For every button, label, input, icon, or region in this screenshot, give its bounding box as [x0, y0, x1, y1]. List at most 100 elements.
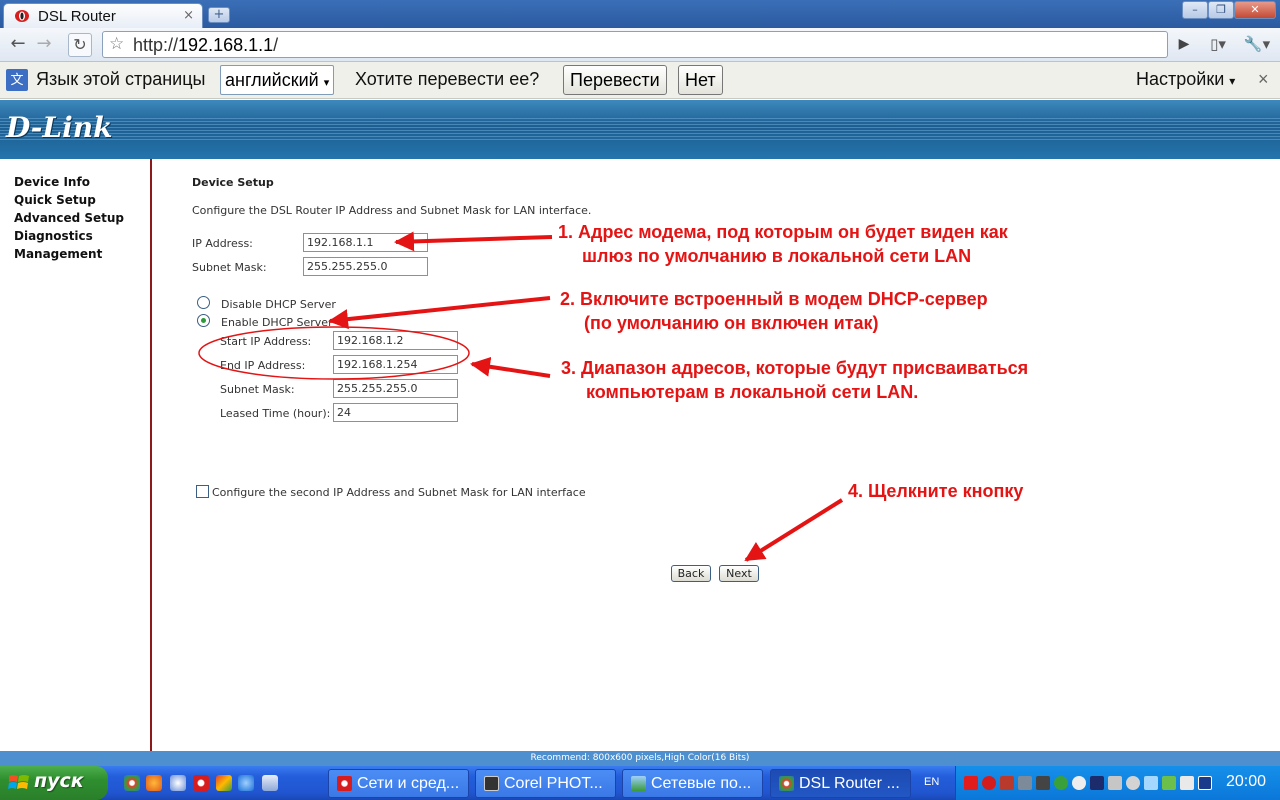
end-ip-input[interactable]: 192.168.1.254: [333, 355, 458, 374]
volume-icon[interactable]: [1108, 776, 1122, 790]
close-translate-icon[interactable]: ×: [1258, 69, 1269, 90]
explorer-quicklaunch-icon[interactable]: [262, 775, 278, 791]
forward-icon[interactable]: →: [32, 33, 56, 57]
tray-disk-icon[interactable]: [1126, 776, 1140, 790]
menu-diagnostics[interactable]: Diagnostics: [14, 229, 93, 243]
start-label: пуск: [34, 770, 84, 792]
router-status-bar: Recommend: 800x600 pixels,High Color(16 …: [0, 751, 1280, 766]
enable-dhcp-radio[interactable]: [197, 314, 210, 327]
second-ip-checkbox[interactable]: [196, 485, 209, 498]
settings-menu[interactable]: Настройки ▾: [1136, 69, 1235, 90]
network-icon: [631, 776, 646, 791]
start-ip-label: Start IP Address:: [220, 335, 312, 348]
url-text: http://192.168.1.1/: [133, 35, 279, 55]
app-quicklaunch-icon[interactable]: [170, 775, 186, 791]
corel-icon: [484, 776, 499, 791]
tray-x-icon[interactable]: [1036, 776, 1050, 790]
translate-icon: 文: [6, 69, 28, 91]
tray-monitor-icon[interactable]: [1198, 776, 1212, 790]
page-menu-icon[interactable]: ▯▾: [1204, 33, 1232, 57]
menu-quick-setup[interactable]: Quick Setup: [14, 193, 96, 207]
settings-label: Настройки: [1136, 69, 1225, 89]
task-label: Сети и сред...: [357, 775, 460, 792]
tab-title: DSL Router: [38, 8, 116, 25]
reload-icon[interactable]: ↻: [68, 33, 92, 57]
tray-opera-icon[interactable]: [964, 776, 978, 790]
back-button[interactable]: Back: [671, 565, 711, 582]
star-icon[interactable]: ☆: [109, 34, 124, 54]
next-button[interactable]: Next: [719, 565, 759, 582]
maximize-icon[interactable]: ❐: [1208, 1, 1234, 19]
translate-question: Хотите перевести ее?: [355, 69, 540, 89]
tray-update-icon[interactable]: [1162, 776, 1176, 790]
minimize-icon[interactable]: –: [1182, 1, 1208, 19]
tab-close-icon[interactable]: ×: [183, 8, 194, 23]
start-ip-input[interactable]: 192.168.1.2: [333, 331, 458, 350]
opera-quicklaunch-icon[interactable]: [193, 775, 209, 791]
disable-dhcp-label: Disable DHCP Server: [221, 298, 336, 311]
firefox-quicklaunch-icon[interactable]: [146, 775, 162, 791]
annotation-1-line-1: 1. Адрес модема, под которым он будет ви…: [558, 222, 1008, 242]
tray-printer-icon[interactable]: [1018, 776, 1032, 790]
navigation-bar: ← → ↻ ☆ http://192.168.1.1/ ▶ ▯▾ 🔧▾: [0, 28, 1280, 62]
tab-strip: DSL Router × + – ❐ ✕: [0, 0, 1280, 28]
leased-time-label: Leased Time (hour):: [220, 407, 331, 420]
ip-address-label: IP Address:: [192, 237, 253, 250]
translate-button[interactable]: Перевести: [563, 65, 667, 95]
menu-advanced-setup[interactable]: Advanced Setup: [14, 211, 124, 225]
ie-quicklaunch-icon[interactable]: [238, 775, 254, 791]
windows-taskbar: пуск Сети и сред... Corel PHOT... Сетевы…: [0, 766, 1280, 800]
system-tray: 20:00: [955, 766, 1280, 800]
tray-red-icon[interactable]: [982, 776, 996, 790]
language-select[interactable]: английский ▾: [220, 65, 335, 95]
task-corel-photo[interactable]: Corel PHOT...: [475, 769, 616, 798]
start-button[interactable]: пуск: [0, 766, 108, 800]
page-description: Configure the DSL Router IP Address and …: [192, 204, 592, 217]
leased-time-input[interactable]: 24: [333, 403, 458, 422]
task-network-connections[interactable]: Сетевые по...: [622, 769, 763, 798]
clock: 20:00: [1225, 773, 1266, 790]
wrench-icon[interactable]: 🔧▾: [1242, 33, 1272, 57]
tray-c-icon[interactable]: [1090, 776, 1104, 790]
apps-quicklaunch-icon[interactable]: [216, 775, 232, 791]
task-dsl-router[interactable]: DSL Router ...: [770, 769, 911, 798]
banner-stripes: [0, 118, 1280, 140]
annotation-2-line-1: 2. Включите встроенный в модем DHCP-серв…: [560, 289, 988, 309]
task-network-settings[interactable]: Сети и сред...: [328, 769, 469, 798]
windows-flag-icon: [8, 775, 29, 789]
disable-dhcp-radio[interactable]: [197, 296, 210, 309]
dhcp-subnet-mask-label: Subnet Mask:: [220, 383, 295, 396]
ip-address-input[interactable]: 192.168.1.1: [303, 233, 428, 252]
close-window-icon[interactable]: ✕: [1234, 1, 1276, 19]
chrome-quicklaunch-icon[interactable]: [124, 775, 140, 791]
subnet-mask-input[interactable]: 255.255.255.0: [303, 257, 428, 276]
menu-management[interactable]: Management: [14, 247, 102, 261]
subnet-mask-label: Subnet Mask:: [192, 261, 267, 274]
back-icon[interactable]: ←: [6, 33, 30, 57]
dlink-banner: D-Link: [0, 100, 1280, 159]
language-select-value: английский: [225, 70, 319, 90]
task-label: DSL Router ...: [799, 775, 900, 792]
tab-dsl-router[interactable]: DSL Router ×: [3, 3, 203, 28]
language-indicator[interactable]: EN: [924, 776, 939, 788]
chevron-down-icon: ▾: [1229, 74, 1236, 88]
annotation-4: 4. Щелкните кнопку: [848, 481, 1024, 501]
no-button[interactable]: Нет: [678, 65, 723, 95]
annotation-2-line-2: (по умолчанию он включен итак): [584, 313, 879, 333]
task-label: Corel PHOT...: [504, 775, 603, 792]
translate-bar: 文 Язык этой страницы английский ▾ Хотите…: [0, 62, 1280, 99]
chrome-icon: [779, 776, 794, 791]
go-icon[interactable]: ▶: [1172, 33, 1196, 57]
new-tab-button[interactable]: +: [208, 7, 230, 23]
tray-connection-icon[interactable]: [1180, 776, 1194, 790]
menu-device-info[interactable]: Device Info: [14, 175, 90, 189]
address-bar[interactable]: ☆ http://192.168.1.1/: [102, 31, 1168, 58]
tray-app-icon[interactable]: [1000, 776, 1014, 790]
tray-network-icon[interactable]: [1144, 776, 1158, 790]
tray-ccleaner-icon[interactable]: [1072, 776, 1086, 790]
language-label: Язык этой страницы: [36, 69, 206, 89]
end-ip-label: End IP Address:: [220, 359, 306, 372]
dhcp-subnet-mask-input[interactable]: 255.255.255.0: [333, 379, 458, 398]
router-sidebar: Device Info Quick Setup Advanced Setup D…: [0, 159, 152, 751]
tray-green-icon[interactable]: [1054, 776, 1068, 790]
